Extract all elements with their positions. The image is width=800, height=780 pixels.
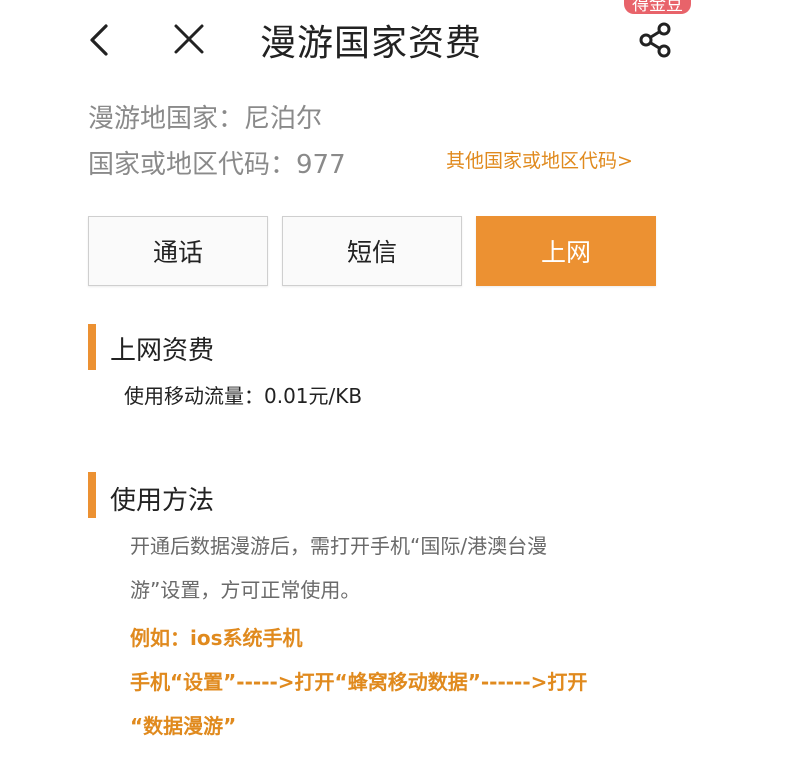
tab-call[interactable]: 通话 (88, 216, 268, 286)
country-code: 国家或地区代码：977 (88, 150, 346, 180)
usage-example-line: 手机“设置”----->打开“蜂窝移动数据”------>打开 (130, 670, 588, 694)
usage-example-line: “数据漫游” (130, 714, 237, 738)
usage-title: 使用方法 (110, 486, 215, 516)
page-title: 漫游国家资费 (260, 23, 483, 64)
roaming-country: 漫游地国家：尼泊尔 (88, 104, 323, 134)
section-accent-bar (88, 324, 96, 370)
tab-data[interactable]: 上网 (476, 216, 656, 286)
gold-bean-badge[interactable]: 得金豆 (624, 0, 691, 15)
data-rate-title: 上网资费 (110, 336, 215, 366)
tab-sms[interactable]: 短信 (282, 216, 462, 286)
usage-desc-line: 开通后数据漫游后，需打开手机“国际/港澳台漫 (130, 534, 548, 558)
back-icon[interactable] (84, 20, 116, 60)
other-country-codes-link[interactable]: 其他国家或地区代码> (446, 146, 633, 173)
usage-example-line: 例如：ios系统手机 (130, 626, 303, 650)
data-rate-text: 使用移动流量：0.01元/KB (124, 384, 363, 408)
close-icon[interactable] (172, 22, 206, 56)
section-accent-bar (88, 472, 96, 518)
usage-desc-line: 游”设置，方可正常使用。 (130, 578, 361, 602)
share-icon[interactable] (636, 20, 674, 60)
